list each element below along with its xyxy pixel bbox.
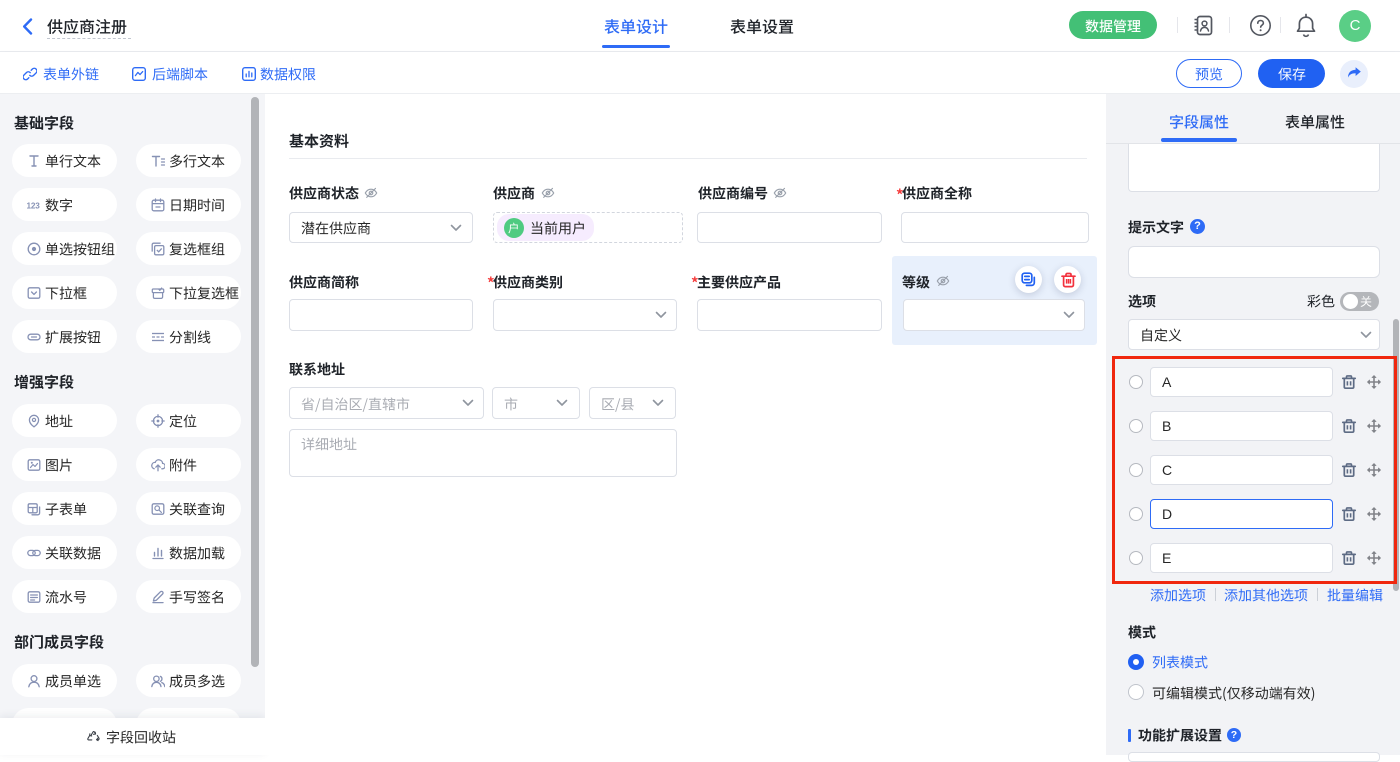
svg-text:123: 123	[27, 201, 40, 210]
